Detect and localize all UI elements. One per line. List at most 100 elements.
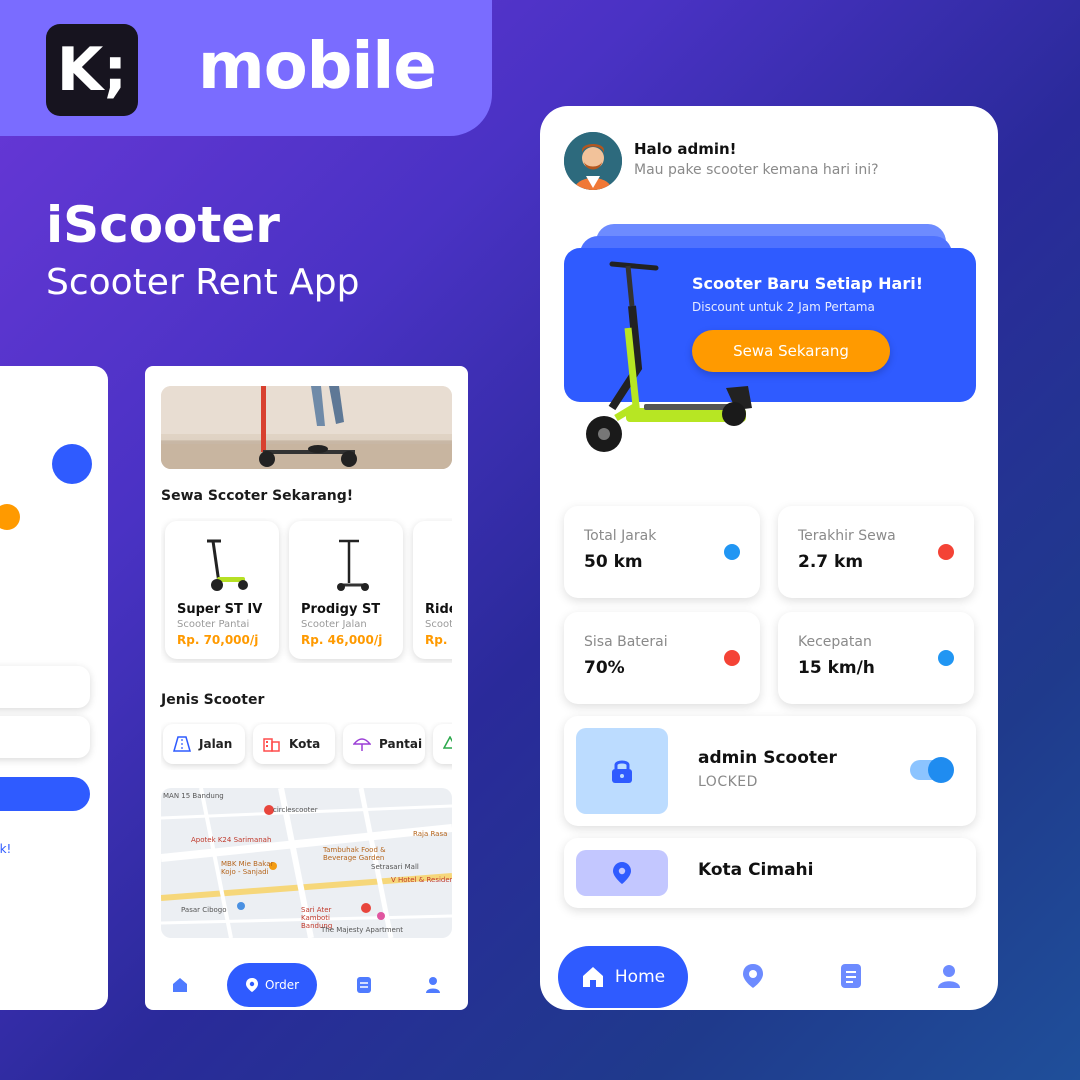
map-label: Tambuhak Food & Beverage Garden [323, 846, 386, 862]
order-nav-button[interactable]: Order [227, 963, 317, 1007]
scooter-price: Rp. 46,000/j [301, 633, 383, 647]
types-section-title: Jenis Scooter [161, 692, 265, 708]
device-card[interactable]: admin Scooter LOCKED [564, 716, 976, 826]
map-label: MAN 15 Bandung [163, 792, 224, 800]
scooter-price: Rp. 70,000/j [177, 633, 259, 647]
scooter-name: Ride [425, 602, 452, 617]
device-status: LOCKED [698, 774, 758, 790]
login-screen-partial: uk! [0, 366, 108, 1010]
brand-name: mobile [198, 30, 437, 104]
scooter-type: Scooter Jalan [301, 619, 367, 630]
status-dot [724, 650, 740, 666]
location-pin-icon [245, 978, 258, 992]
scooter-price: Rp. 5 [425, 633, 452, 647]
bottom-nav: Home [540, 942, 998, 1010]
tree-icon [443, 736, 452, 749]
chip-label: Kota [289, 737, 321, 751]
scooter-type: Scoot [425, 619, 452, 630]
stat-card-speed[interactable]: Kecepatan 15 km/h [778, 612, 974, 704]
username-field[interactable] [0, 666, 90, 708]
scooter-name: Prodigy ST [301, 602, 381, 617]
home-screen: Halo admin! Mau pake scooter kemana hari… [540, 106, 998, 1010]
type-chip-list: Jalan Kota Pantai [161, 722, 452, 770]
status-dot [938, 650, 954, 666]
app-title: iScooter [46, 196, 280, 254]
umbrella-icon [353, 738, 371, 751]
register-link[interactable]: uk! [0, 842, 11, 856]
document-icon[interactable] [838, 963, 864, 989]
toggle-knob [928, 757, 954, 783]
document-icon[interactable] [356, 976, 372, 994]
map-label: Apotek K24 Sarimanah [191, 836, 272, 844]
stat-value: 2.7 km [798, 552, 864, 572]
greeting-title: Halo admin! [634, 140, 737, 158]
lock-icon [612, 760, 632, 783]
map-view[interactable]: MAN 15 Bandung circlescooter Apotek K24 … [161, 788, 452, 938]
stat-label: Kecepatan [798, 634, 872, 650]
scooter-image [337, 539, 369, 591]
avatar[interactable] [564, 132, 622, 190]
lock-tile [576, 728, 668, 814]
hero-image [161, 386, 452, 469]
user-icon[interactable] [936, 963, 962, 989]
building-icon [263, 738, 280, 752]
order-nav-label: Order [264, 978, 300, 992]
rent-section-title: Sewa Sccoter Sekarang! [161, 488, 354, 504]
stat-label: Total Jarak [584, 528, 657, 544]
stat-value: 50 km [584, 552, 643, 572]
type-chip-more[interactable] [433, 724, 452, 764]
status-dot [724, 544, 740, 560]
type-chip-jalan[interactable]: Jalan [163, 724, 245, 764]
stat-card-last-rent[interactable]: Terakhir Sewa 2.7 km [778, 506, 974, 598]
user-icon[interactable] [425, 976, 441, 994]
promo-subtitle: Discount untuk 2 Jam Pertama [692, 300, 875, 314]
decor-circle-orange [0, 504, 20, 530]
login-button[interactable] [0, 777, 90, 811]
location-pin-icon [613, 862, 631, 884]
map-label: Pasar Cibogo [181, 906, 227, 914]
type-chip-pantai[interactable]: Pantai [343, 724, 425, 764]
map-label: V Hotel & Residence [391, 876, 452, 884]
device-name: admin Scooter [698, 748, 837, 768]
location-name: Kota Cimahi [698, 860, 814, 880]
scooter-card[interactable]: Prodigy ST Scooter Jalan Rp. 46,000/j [289, 521, 403, 659]
chip-label: Pantai [379, 737, 423, 751]
type-chip-kota[interactable]: Kota [253, 724, 335, 764]
lock-toggle[interactable] [910, 757, 954, 783]
road-icon [173, 736, 191, 752]
stat-label: Terakhir Sewa [798, 528, 896, 544]
map-label: MBK Mie Bakar Kojo - Sanjadi [221, 860, 274, 876]
status-dot [938, 544, 954, 560]
promo-title: Scooter Baru Setiap Hari! [692, 274, 923, 293]
location-card[interactable]: Kota Cimahi [564, 838, 976, 908]
map-label: The Majesty Apartment [321, 926, 404, 934]
greeting-subtitle: Mau pake scooter kemana hari ini? [634, 162, 879, 178]
stat-value: 70% [584, 658, 625, 678]
map-label: Setrasari Mall [371, 863, 419, 871]
scooter-card[interactable]: Ride Scoot Rp. 5 [413, 521, 452, 659]
home-nav-label: Home [614, 967, 666, 987]
home-icon[interactable] [171, 976, 189, 994]
location-tile [576, 850, 668, 896]
rent-now-button[interactable]: Sewa Sekarang [692, 330, 890, 372]
stat-card-battery[interactable]: Sisa Baterai 70% [564, 612, 760, 704]
app-subtitle: Scooter Rent App [46, 262, 360, 303]
rent-screen: Sewa Sccoter Sekarang! Super ST IV Scoot… [145, 366, 468, 1010]
stat-value: 15 km/h [798, 658, 875, 678]
stat-card-total-distance[interactable]: Total Jarak 50 km [564, 506, 760, 598]
scooter-card-list: Super ST IV Scooter Pantai Rp. 70,000/j … [161, 518, 452, 663]
scooter-image [207, 539, 248, 591]
scooter-name: Super ST IV [177, 602, 263, 617]
chip-label: Jalan [199, 737, 233, 751]
scooter-card[interactable]: Super ST IV Scooter Pantai Rp. 70,000/j [165, 521, 279, 659]
bottom-nav: Order [145, 958, 468, 1010]
scooter-type: Scooter Pantai [177, 619, 250, 630]
password-field[interactable] [0, 716, 90, 758]
decor-circle-blue [52, 444, 92, 484]
brand-logo: K; [46, 24, 138, 116]
home-icon [582, 967, 603, 987]
brand-banner: K; mobile [0, 0, 492, 136]
location-pin-icon[interactable] [740, 963, 766, 989]
map-label: circlescooter [273, 806, 318, 814]
home-nav-button[interactable]: Home [558, 946, 688, 1008]
